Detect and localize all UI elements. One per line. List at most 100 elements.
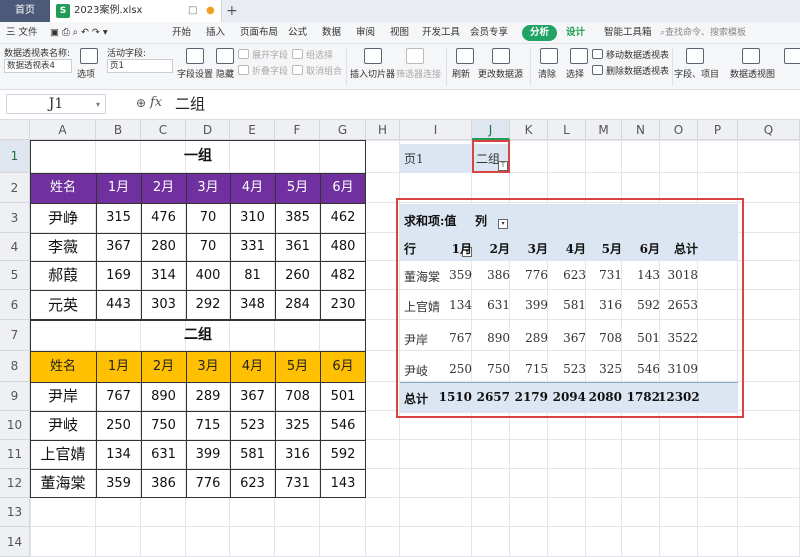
column-header-o[interactable]: O (660, 120, 698, 140)
fields-items-icon[interactable] (686, 48, 704, 64)
row-header-12[interactable]: 12 (0, 469, 30, 498)
column-header-d[interactable]: D (186, 120, 230, 140)
tab-menu-icon[interactable]: □ (188, 0, 197, 22)
fields-items-button[interactable]: 字段、项目 (674, 67, 719, 80)
new-tab-button[interactable]: + (226, 0, 238, 22)
group2-data-cell: 250 (106, 418, 131, 433)
group2-header-cell: 6月 (320, 351, 366, 382)
column-header-g[interactable]: G (320, 120, 366, 140)
row-header-10[interactable]: 10 (0, 411, 30, 440)
row-header-4[interactable]: 4 (0, 233, 30, 261)
row-header-8[interactable]: 8 (0, 351, 30, 382)
group1-header-cell: 5月 (275, 173, 320, 203)
unsaved-dot-icon[interactable]: ● (206, 0, 215, 22)
group-selection-button[interactable]: 组选择 (306, 48, 333, 61)
table-border (275, 351, 276, 498)
active-field-label: 活动字段: (107, 49, 147, 59)
column-header-a[interactable]: A (30, 120, 96, 140)
row-header-3[interactable]: 3 (0, 203, 30, 233)
change-source-button[interactable]: 更改数据源 (478, 67, 523, 80)
change-source-icon[interactable] (492, 48, 510, 64)
column-header-p[interactable]: P (698, 120, 738, 140)
column-header-i[interactable]: I (400, 120, 472, 140)
select-button[interactable]: 选择 (566, 67, 584, 80)
expand-field-button[interactable]: 展开字段 (252, 48, 288, 61)
move-pivot-button[interactable]: 移动数据透视表 (606, 48, 669, 61)
column-header-j[interactable]: J (472, 120, 510, 140)
column-header-e[interactable]: E (230, 120, 275, 140)
column-header-f[interactable]: F (275, 120, 320, 140)
fx-icon[interactable]: fx (150, 95, 162, 110)
column-header-q[interactable]: Q (738, 120, 800, 140)
column-header-n[interactable]: N (622, 120, 660, 140)
row-header-6[interactable]: 6 (0, 290, 30, 320)
quick-access-icons[interactable]: ▣ ⎙ ⌕ ↶ ↷ ▾ (50, 22, 108, 44)
menu-file[interactable]: 三 文件 (6, 22, 38, 44)
column-header-m[interactable]: M (586, 120, 622, 140)
refresh-icon[interactable] (456, 48, 474, 64)
zoom-icon[interactable]: ⊕ (136, 96, 146, 110)
column-header-c[interactable]: C (141, 120, 186, 140)
worksheet-grid[interactable]: 一组 姓名 1月 2月 3月 4月 5月 6月 尹峥 315 476 70 310 385 462 李薇 367… (30, 140, 800, 557)
menu-member[interactable]: 会员专享 (470, 22, 508, 44)
command-search[interactable]: ⌕查找命令、搜索模板 (660, 22, 746, 44)
ribbon: 数据透视表名称: 数据透视表4 选项 活动字段: 页1 字段设置 隐藏 展开字段… (0, 44, 800, 90)
pivot-name-input[interactable]: 数据透视表4 (4, 59, 72, 73)
group1-data-cell: 李薇 (47, 238, 78, 256)
clear-button[interactable]: 清除 (538, 67, 556, 80)
row-header-14[interactable]: 14 (0, 527, 30, 557)
hide-button[interactable]: 隐藏 (216, 67, 234, 80)
row-header-1[interactable]: 1 (0, 140, 30, 173)
field-settings-icon[interactable] (186, 48, 204, 64)
pivot-chart-icon[interactable] (742, 48, 760, 64)
name-box-dropdown-icon[interactable]: ▾ (96, 100, 100, 109)
select-all-corner[interactable] (0, 120, 30, 140)
clear-icon[interactable] (540, 48, 558, 64)
file-tab[interactable]: S 2023案例.xlsx □ ● (50, 0, 222, 22)
menu-review[interactable]: 审阅 (356, 22, 375, 44)
menu-page-layout[interactable]: 页面布局 (240, 22, 278, 44)
group2-data-cell: 上官婧 (40, 445, 86, 463)
row-header-7[interactable]: 7 (0, 320, 30, 351)
hide-icon[interactable] (216, 48, 234, 64)
options-icon[interactable] (80, 48, 98, 64)
field-settings-button[interactable]: 字段设置 (177, 67, 213, 80)
insert-slicer-icon[interactable] (364, 48, 382, 64)
menu-data[interactable]: 数据 (322, 22, 341, 44)
row-header-5[interactable]: 5 (0, 261, 30, 290)
column-header-h[interactable]: H (366, 120, 400, 140)
row-header-11[interactable]: 11 (0, 440, 30, 469)
insert-slicer-button[interactable]: 插入切片器 (350, 67, 395, 80)
row-header-9[interactable]: 9 (0, 382, 30, 411)
ungroup-button[interactable]: 取消组合 (306, 64, 342, 77)
menu-smart-toolbox[interactable]: 智能工具箱 (604, 22, 652, 44)
refresh-button[interactable]: 刷新 (452, 67, 470, 80)
row-header-2[interactable]: 2 (0, 173, 30, 203)
menu-analyze[interactable]: 分析 (522, 25, 558, 41)
column-header-k[interactable]: K (510, 120, 548, 140)
active-field-input[interactable]: 页1 (107, 59, 173, 73)
ribbon-overflow-icon[interactable] (784, 48, 800, 64)
row-header-13[interactable]: 13 (0, 498, 30, 527)
menu-design[interactable]: 设计 (566, 22, 585, 44)
collapse-field-button[interactable]: 折叠字段 (252, 64, 288, 77)
options-button[interactable]: 选项 (77, 67, 95, 80)
pivot-chart-button[interactable]: 数据透视图 (730, 67, 775, 80)
home-tab[interactable]: 首页 (0, 0, 50, 22)
ribbon-divider (530, 48, 531, 86)
menu-formulas[interactable]: 公式 (288, 22, 307, 44)
page-filter-button[interactable]: T (498, 161, 508, 171)
formula-input[interactable]: 二组 (175, 93, 205, 114)
select-icon[interactable] (570, 48, 588, 64)
filter-connections-button[interactable]: 筛选器连接 (396, 67, 441, 80)
menu-developer[interactable]: 开发工具 (422, 22, 460, 44)
menu-insert[interactable]: 插入 (206, 22, 225, 44)
delete-pivot-button[interactable]: 删除数据透视表 (606, 64, 669, 77)
group1-data-cell: 郝葭 (47, 266, 78, 284)
name-box[interactable]: J1 (6, 94, 106, 114)
table-border (30, 440, 366, 441)
menu-view[interactable]: 视图 (390, 22, 409, 44)
column-header-l[interactable]: L (548, 120, 586, 140)
menu-home[interactable]: 开始 (172, 22, 191, 44)
column-header-b[interactable]: B (96, 120, 141, 140)
